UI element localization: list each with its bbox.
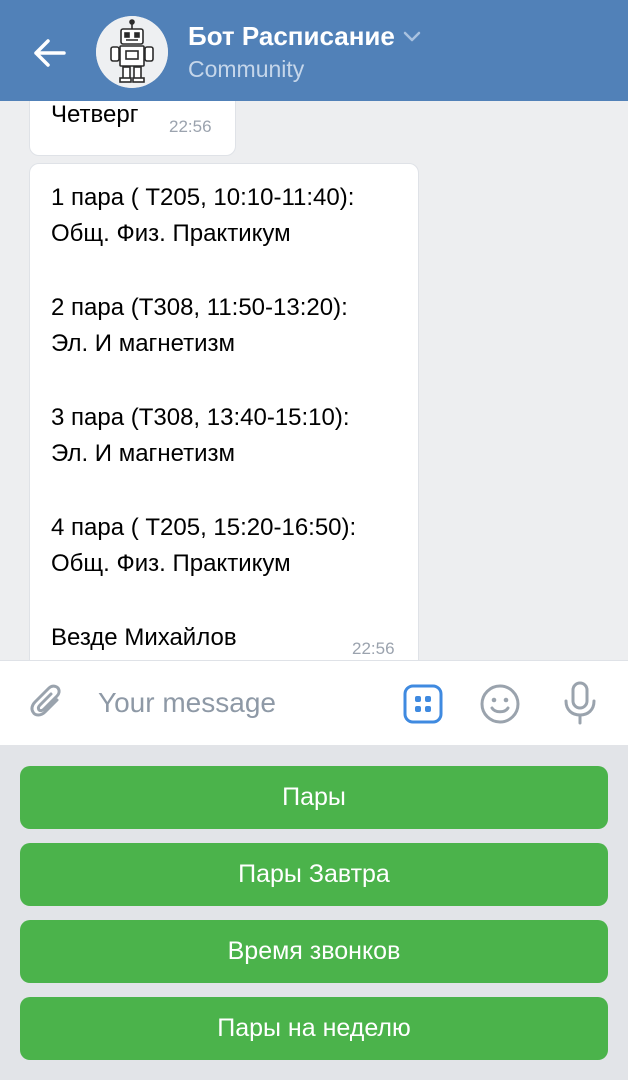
message-text: Четверг bbox=[51, 101, 139, 128]
message-composer bbox=[0, 660, 628, 745]
message-line: Эл. И магнетизм bbox=[51, 440, 236, 467]
voice-message-button[interactable] bbox=[560, 680, 600, 726]
message-line: 3 пара (Т308, 13:40-15:10): bbox=[51, 404, 350, 431]
keyboard-button-pairs-tomorrow[interactable]: Пары Завтра bbox=[20, 843, 608, 906]
bot-keyboard-button[interactable] bbox=[403, 684, 443, 724]
bot-keyboard-icon bbox=[403, 684, 443, 724]
emoji-button[interactable] bbox=[479, 683, 521, 725]
chat-subtitle: Community bbox=[188, 56, 305, 82]
attach-button[interactable] bbox=[28, 683, 68, 723]
message-bubble[interactable]: Четверг 22:56 bbox=[29, 101, 236, 156]
message-list[interactable]: Четверг 22:56 1 пара ( Т205, 10:10-11:40… bbox=[0, 101, 628, 660]
robot-avatar-icon bbox=[96, 16, 168, 88]
chat-header: Бот Расписание Community bbox=[0, 0, 628, 101]
chat-title-dropdown[interactable]: Бот Расписание bbox=[188, 20, 421, 52]
keyboard-button-bell-schedule[interactable]: Время звонков bbox=[20, 920, 608, 983]
message-line: Везде Михайлов bbox=[51, 624, 237, 651]
keyboard-button-pairs-week[interactable]: Пары на неделю bbox=[20, 997, 608, 1060]
paperclip-icon bbox=[30, 684, 61, 717]
arrow-left-icon bbox=[34, 39, 66, 67]
message-line: 1 пара ( Т205, 10:10-11:40): bbox=[51, 184, 355, 211]
message-time: 22:56 bbox=[352, 639, 395, 658]
microphone-icon bbox=[564, 681, 596, 725]
emoji-icon bbox=[480, 684, 520, 724]
message-input[interactable] bbox=[98, 679, 378, 727]
avatar[interactable] bbox=[96, 16, 168, 88]
bot-keyboard: Пары Пары Завтра Время звонков Пары на н… bbox=[0, 745, 628, 1080]
back-button[interactable] bbox=[26, 33, 72, 73]
chevron-down-icon bbox=[403, 31, 421, 42]
message-line: 2 пара (Т308, 11:50-13:20): bbox=[51, 294, 348, 321]
message-time: 22:56 bbox=[169, 117, 212, 136]
message-line: Общ. Физ. Практикум bbox=[51, 220, 291, 247]
chat-title: Бот Расписание bbox=[188, 21, 395, 51]
message-bubble[interactable]: 1 пара ( Т205, 10:10-11:40): Общ. Физ. П… bbox=[29, 163, 419, 660]
message-line: Общ. Физ. Практикум bbox=[51, 550, 291, 577]
message-line: Эл. И магнетизм bbox=[51, 330, 236, 357]
keyboard-button-pairs[interactable]: Пары bbox=[20, 766, 608, 829]
message-line: 4 пара ( Т205, 15:20-16:50): bbox=[51, 514, 357, 541]
